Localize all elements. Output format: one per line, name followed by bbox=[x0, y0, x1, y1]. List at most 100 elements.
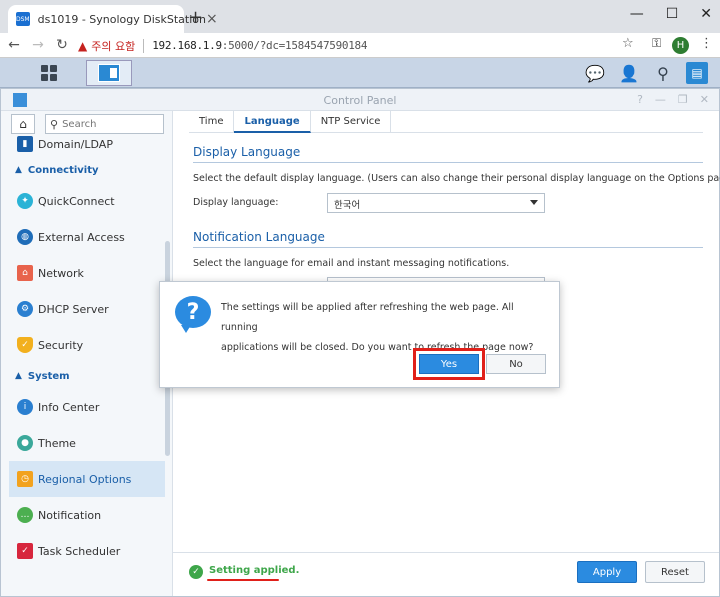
control-panel-taskbar-button[interactable] bbox=[86, 60, 132, 86]
regional-icon: ◷ bbox=[17, 471, 33, 487]
section-label: Connectivity bbox=[27, 164, 99, 176]
url-path: :5000/?dc=1584547590184 bbox=[221, 39, 368, 52]
dialog-message: The settings will be applied after refre… bbox=[221, 298, 541, 358]
address-bar: ← → ↻ ▲ 주의 요함 192.168.1.9:5000/?dc=15845… bbox=[0, 33, 720, 58]
user-icon[interactable]: 👤 bbox=[618, 62, 640, 84]
sidebar-item-dhcp-server[interactable]: ⚙ DHCP Server bbox=[1, 291, 165, 327]
palette-icon: ● bbox=[17, 435, 33, 451]
url-host: 192.168.1.9 bbox=[152, 39, 222, 52]
url-field[interactable]: ▲ 주의 요함 192.168.1.9:5000/?dc=15845475901… bbox=[78, 35, 642, 56]
sidebar-item-label: Task Scheduler bbox=[38, 544, 121, 558]
main-menu-button[interactable] bbox=[18, 58, 80, 88]
close-window-button[interactable]: ✕ bbox=[700, 6, 712, 22]
sidebar-item-task-scheduler[interactable]: ✓ Task Scheduler bbox=[1, 533, 165, 569]
sidebar-nav: ▮ Domain/LDAP ▲ Connectivity ✦ QuickConn… bbox=[1, 131, 165, 569]
security-warning-label: 주의 요함 bbox=[91, 39, 136, 53]
section-system[interactable]: ▲ System bbox=[1, 363, 165, 389]
home-icon: ⌂ bbox=[19, 117, 27, 131]
maximize-icon[interactable]: ❐ bbox=[678, 93, 688, 106]
status-message: Setting applied. bbox=[209, 565, 300, 576]
sidebar-item-security[interactable]: ✓ Security bbox=[1, 327, 165, 363]
help-icon[interactable]: ? bbox=[637, 93, 643, 106]
dsm-favicon: DSM bbox=[16, 12, 30, 26]
heading-divider bbox=[193, 247, 703, 248]
apply-button[interactable]: Apply bbox=[577, 561, 637, 583]
tab-title: ds1019 - Synology DiskStation bbox=[37, 12, 206, 26]
minimize-icon[interactable]: — bbox=[655, 93, 666, 106]
widgets-icon[interactable]: ▤ bbox=[686, 62, 708, 84]
window-titlebar[interactable]: Control Panel ? — ❐ ✕ bbox=[1, 89, 719, 111]
dialog-message-line: The settings will be applied after refre… bbox=[221, 302, 514, 333]
sidebar-item-theme[interactable]: ● Theme bbox=[1, 425, 165, 461]
section-label: System bbox=[27, 370, 70, 382]
taskbar-tray: 💬 👤 ⚲ ▤ bbox=[584, 62, 708, 84]
sidebar-item-quickconnect[interactable]: ✦ QuickConnect bbox=[1, 183, 165, 219]
minimize-button[interactable]: — bbox=[630, 6, 644, 22]
directory-icon: ▮ bbox=[17, 136, 33, 152]
section-connectivity[interactable]: ▲ Connectivity bbox=[1, 157, 165, 183]
question-icon: ? bbox=[175, 296, 211, 333]
key-icon[interactable]: ⚿ bbox=[652, 36, 661, 51]
globe-icon: ◍ bbox=[17, 229, 33, 245]
search-icon[interactable]: ⚲ bbox=[652, 62, 674, 84]
bookmark-star-icon[interactable]: ☆ bbox=[622, 36, 634, 51]
search-input[interactable] bbox=[62, 118, 153, 130]
display-language-label: Display language: bbox=[193, 197, 279, 208]
sidebar-item-label: Domain/LDAP bbox=[38, 137, 113, 151]
dropdown-arrow-icon bbox=[530, 200, 538, 205]
shield-icon: ✓ bbox=[17, 337, 33, 353]
window-title-controls: ? — ❐ ✕ bbox=[637, 93, 709, 106]
sidebar-item-network[interactable]: ⌂ Network bbox=[1, 255, 165, 291]
sidebar-item-info-center[interactable]: i Info Center bbox=[1, 389, 165, 425]
check-circle-icon: ✓ bbox=[189, 565, 203, 579]
notification-language-description: Select the language for email and instan… bbox=[193, 258, 510, 269]
sidebar-item-label: Info Center bbox=[38, 400, 100, 414]
info-icon: i bbox=[17, 399, 33, 415]
calendar-icon: ✓ bbox=[17, 543, 33, 559]
sidebar-item-domain-ldap[interactable]: ▮ Domain/LDAP bbox=[1, 131, 165, 157]
notification-language-heading: Notification Language bbox=[193, 230, 325, 244]
sidebar-item-label: Security bbox=[38, 338, 84, 352]
back-arrow-icon[interactable]: ← bbox=[4, 37, 24, 53]
display-language-select[interactable]: 한국어 bbox=[327, 193, 545, 213]
browser-menu-icon[interactable]: ⋮ bbox=[700, 36, 713, 51]
maximize-button[interactable]: ☐ bbox=[666, 6, 679, 22]
notification-chat-icon[interactable]: 💬 bbox=[584, 62, 606, 84]
close-icon[interactable]: ✕ bbox=[700, 93, 709, 106]
browser-tab[interactable]: DSM ds1019 - Synology DiskStation × bbox=[8, 5, 218, 33]
profile-avatar[interactable]: H bbox=[672, 37, 689, 54]
magnifier-icon: ⚲ bbox=[50, 117, 59, 131]
tab-close-icon[interactable]: × bbox=[206, 11, 218, 27]
tab-time[interactable]: Time bbox=[189, 111, 235, 133]
sidebar-item-external-access[interactable]: ◍ External Access bbox=[1, 219, 165, 255]
sidebar: ⌂ ⚲ ▮ Domain/LDAP ▲ Connectivity ✦ Quick… bbox=[1, 111, 173, 596]
dsm-taskbar: 💬 👤 ⚲ ▤ bbox=[0, 58, 720, 88]
url-text: 192.168.1.9:5000/?dc=1584547590184 bbox=[152, 39, 367, 52]
new-tab-button[interactable]: + bbox=[188, 7, 203, 28]
house-icon: ⌂ bbox=[17, 265, 33, 281]
sidebar-item-label: Notification bbox=[38, 508, 102, 522]
omnibox-divider bbox=[143, 38, 145, 53]
sidebar-item-label: External Access bbox=[38, 230, 125, 244]
tab-language[interactable]: Language bbox=[234, 111, 311, 133]
tab-bar: Time Language NTP Service bbox=[189, 111, 703, 133]
reset-button[interactable]: Reset bbox=[645, 561, 705, 583]
control-panel-icon bbox=[98, 64, 120, 82]
heading-divider bbox=[193, 162, 703, 163]
sidebar-item-notification[interactable]: … Notification bbox=[1, 497, 165, 533]
network-icon: ⚙ bbox=[17, 301, 33, 317]
reload-icon[interactable]: ↻ bbox=[52, 37, 72, 53]
yes-button[interactable]: Yes bbox=[419, 354, 479, 374]
no-button[interactable]: No bbox=[486, 354, 546, 374]
sidebar-item-label: Theme bbox=[38, 436, 76, 450]
tab-ntp-service[interactable]: NTP Service bbox=[311, 111, 392, 133]
sidebar-item-regional-options[interactable]: ◷ Regional Options bbox=[9, 461, 165, 497]
display-language-description: Select the default display language. (Us… bbox=[193, 173, 720, 184]
chevron-up-icon: ▲ bbox=[15, 371, 22, 381]
window-title: Control Panel bbox=[323, 94, 397, 107]
warning-triangle-icon: ▲ bbox=[78, 38, 88, 53]
window-controls: — ☐ ✕ bbox=[630, 6, 712, 22]
sidebar-item-label: DHCP Server bbox=[38, 302, 109, 316]
forward-arrow-icon[interactable]: → bbox=[28, 37, 48, 53]
quickconnect-icon: ✦ bbox=[17, 193, 33, 209]
